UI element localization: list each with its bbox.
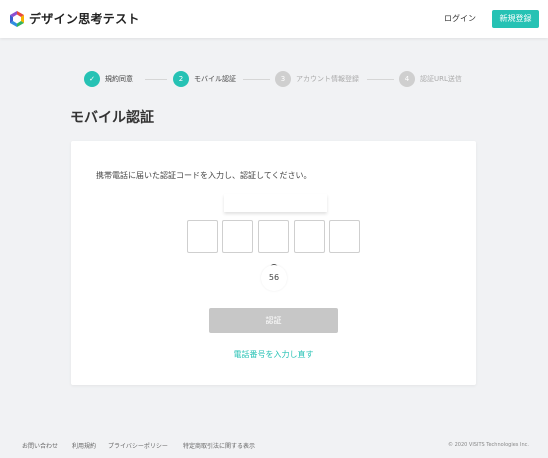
step-label: 規約同意 [105,75,133,83]
code-digit-box[interactable] [329,220,360,253]
footer-link-terms[interactable]: 利用規約 [72,441,96,450]
footer-link-contact[interactable]: お問い合わせ [22,441,58,450]
step-label: 認証URL送信 [420,75,462,83]
instruction-text: 携帯電話に届いた認証コードを入力し、認証してください。 [96,171,312,180]
code-digit-box[interactable] [258,220,289,253]
step-label: モバイル認証 [194,75,236,83]
re-enter-phone-link[interactable]: 電話番号を入力し直す [71,349,476,360]
countdown-timer: 56 [261,265,287,291]
top-header: デザイン思考テスト ログイン 新規登録 [0,0,548,38]
step-label: アカウント情報登録 [296,75,359,83]
step-connector [367,79,394,80]
signup-button[interactable]: 新規登録 [492,10,539,28]
hexagon-logo-icon[interactable] [8,10,26,28]
page-title: モバイル認証 [70,110,154,126]
code-digit-box[interactable] [222,220,253,253]
step-connector [145,79,167,80]
step-number: 2 [173,71,189,87]
footer-link-commerce[interactable]: 特定商取引法に関する表示 [183,441,255,450]
code-digit-box[interactable] [294,220,325,253]
verification-card: 携帯電話に届いた認証コードを入力し、認証してください。 56 認証 電話番号を入… [71,141,476,385]
verification-code-input[interactable] [224,194,327,212]
step-number: 4 [399,71,415,87]
step-connector [243,79,270,80]
copyright: © 2020 VISITS Technologies Inc. [448,442,529,448]
login-link[interactable]: ログイン [444,13,476,24]
footer-link-privacy[interactable]: プライバシーポリシー [108,441,168,450]
verify-button[interactable]: 認証 [209,308,338,333]
check-icon: ✓ [84,71,100,87]
brand-name[interactable]: デザイン思考テスト [29,10,140,27]
code-digit-box[interactable] [187,220,218,253]
step-number: 3 [275,71,291,87]
progress-steps: ✓ 規約同意 2 モバイル認証 3 アカウント情報登録 4 認証URL送信 [84,71,474,89]
